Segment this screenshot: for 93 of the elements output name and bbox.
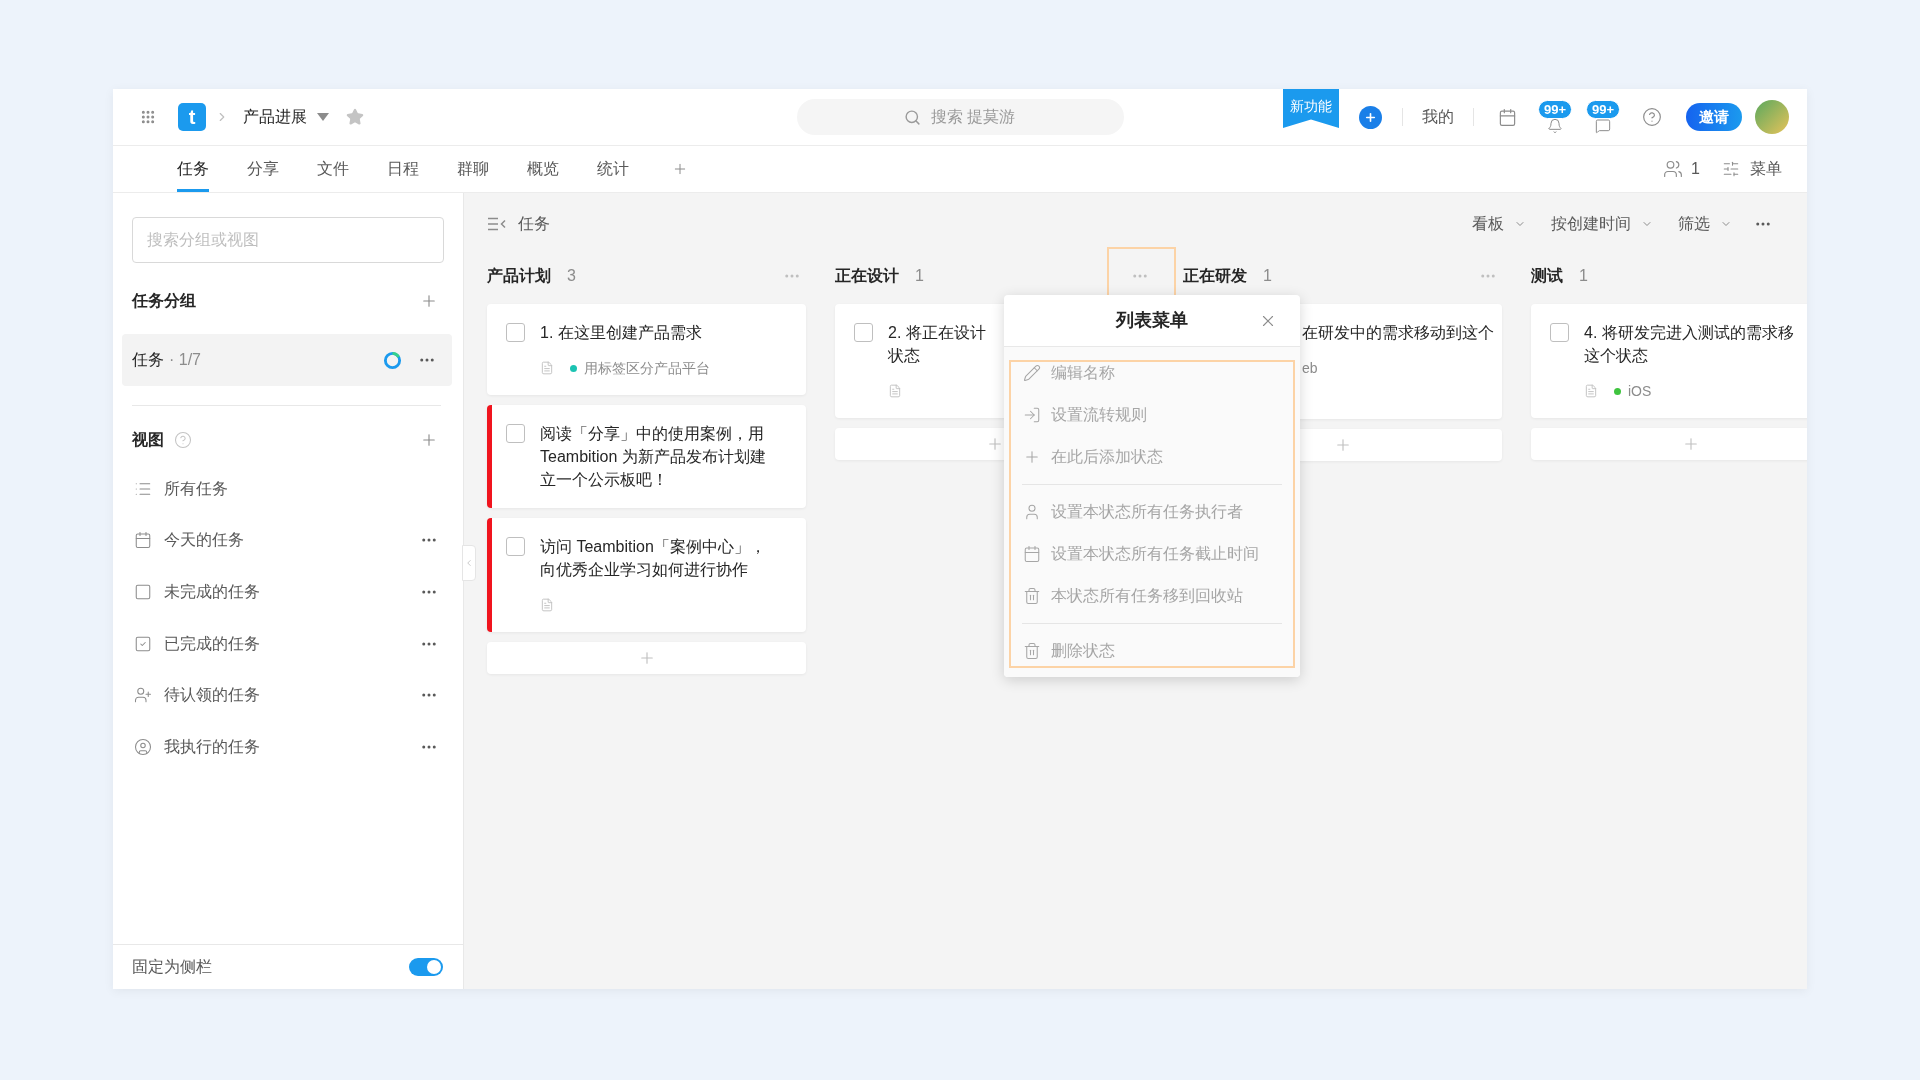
help-icon[interactable]: [1642, 107, 1662, 127]
trash-icon: [1023, 642, 1041, 660]
person-circle-icon: [134, 737, 152, 756]
star-icon[interactable]: [346, 108, 364, 126]
my-work-link[interactable]: 我的: [1422, 105, 1454, 129]
bell-icon[interactable]: [1547, 118, 1563, 134]
empty-box-icon: [134, 583, 152, 601]
add-icon[interactable]: [420, 292, 438, 310]
board-title: 任务: [518, 214, 550, 234]
note-icon: [540, 598, 554, 612]
invite-button[interactable]: 邀请: [1686, 103, 1742, 131]
search-icon: [903, 109, 921, 126]
tab[interactable]: 分享: [247, 146, 279, 192]
help-icon[interactable]: [174, 431, 192, 449]
sidebar-view-item[interactable]: 未完成的任务: [113, 566, 463, 618]
task-title: 访问 Teambition「案例中心」， 向优秀企业学习如何进行协作: [540, 537, 766, 580]
task-title: 阅读「分享」中的使用案例，用 Teambition 为新产品发布计划建 立一个公示板吧！: [540, 424, 766, 490]
tag-label: 用标签区分产品平台: [584, 358, 710, 378]
column-count: 1: [915, 266, 924, 286]
count-badge: 99+: [1586, 100, 1621, 119]
menu-button[interactable]: 菜单: [1722, 157, 1782, 181]
search-field[interactable]: 搜索分组或视图: [132, 217, 444, 263]
checkbox[interactable]: [854, 323, 873, 342]
note-icon: [888, 384, 902, 398]
column-count: 3: [567, 266, 576, 286]
sliders-icon: [1722, 160, 1740, 178]
task-title: 在研发中的需求移动到这个: [1302, 323, 1494, 343]
sidebar-view-item[interactable]: 已完成的任务: [113, 617, 463, 670]
column-title: 正在设计: [835, 266, 899, 286]
pencil-icon: [1023, 364, 1041, 382]
trash-icon: [1023, 587, 1041, 605]
note-icon: [540, 361, 554, 375]
checked-box-icon: [134, 634, 152, 653]
note-icon: [1584, 384, 1598, 398]
progress-ring-icon: [383, 350, 402, 370]
section-title: 视图: [132, 430, 164, 450]
pin-label: 固定为侧栏: [132, 957, 212, 977]
caret-down-icon[interactable]: [317, 113, 329, 121]
tab[interactable]: 群聊: [457, 146, 489, 192]
person-icon: [1023, 503, 1041, 521]
checkbox[interactable]: [506, 537, 525, 556]
task-card[interactable]: 4. 将研发完进入测试的需求移 这个状态 iOS: [1531, 304, 1807, 418]
plus-icon: [1364, 110, 1377, 124]
chevron-left-icon: [464, 558, 474, 568]
add-tab-icon[interactable]: [672, 161, 688, 177]
task-card[interactable]: 1. 在这里创建产品需求 用标签区分产品平台: [487, 304, 806, 395]
checkbox[interactable]: [506, 323, 525, 342]
view-dropdown[interactable]: 看板: [1472, 212, 1526, 236]
task-group-item[interactable]: 任务 · 1/7: [122, 334, 452, 386]
arrow-into-box-icon: [1023, 406, 1041, 424]
sidebar-view-item[interactable]: 所有任务: [113, 463, 463, 515]
sidebar-view-item[interactable]: 待认领的任务: [113, 669, 463, 721]
collapse-list-icon[interactable]: [487, 217, 507, 231]
task-card[interactable]: 阅读「分享」中的使用案例，用 Teambition 为新产品发布计划建 立一个公示板吧！: [487, 405, 806, 508]
column-count: 1: [1263, 266, 1272, 286]
members-button[interactable]: 1: [1663, 157, 1700, 181]
apps-grid-icon[interactable]: [140, 109, 156, 125]
tag-label: eb: [1302, 358, 1318, 378]
column-title: 测试: [1531, 266, 1563, 286]
view-dropdown[interactable]: 按创建时间: [1551, 212, 1653, 236]
task-card[interactable]: 访问 Teambition「案例中心」， 向优秀企业学习如何进行协作: [487, 518, 806, 632]
column-title: 产品计划: [487, 266, 551, 286]
count-badge: 99+: [1538, 100, 1573, 119]
checkbox[interactable]: [506, 424, 525, 443]
project-title[interactable]: 产品进展: [243, 105, 307, 129]
calendar-icon: [1023, 545, 1041, 563]
toggle-switch[interactable]: [409, 958, 443, 976]
calendar-icon: [134, 531, 152, 550]
avatar[interactable]: [1755, 100, 1789, 134]
tab[interactable]: 概览: [527, 146, 559, 192]
checkbox[interactable]: [1550, 323, 1569, 342]
task-title: 1. 在这里创建产品需求: [540, 323, 703, 343]
person-plus-icon: [134, 686, 152, 705]
chat-icon[interactable]: [1595, 118, 1611, 134]
tab[interactable]: 统计: [597, 146, 629, 192]
add-button[interactable]: [1359, 105, 1382, 129]
task-title: 2. 将正在设计 状态: [888, 323, 986, 366]
calendar-icon[interactable]: [1498, 107, 1517, 127]
plus-icon: [1023, 448, 1041, 466]
view-dropdown[interactable]: 筛选: [1678, 212, 1732, 236]
sidebar-view-item[interactable]: 我执行的任务: [113, 720, 463, 773]
column-title: 正在研发: [1183, 266, 1247, 286]
section-title: 任务分组: [132, 291, 196, 311]
search-field[interactable]: 搜索 提莫游: [796, 99, 1124, 135]
tab[interactable]: 任务: [177, 146, 209, 192]
members-icon: [1663, 159, 1684, 179]
tab[interactable]: 文件: [317, 146, 349, 192]
column-count: 1: [1579, 266, 1588, 286]
tab[interactable]: 日程: [387, 146, 419, 192]
tag-label: iOS: [1628, 381, 1652, 401]
task-title: 4. 将研发完进入测试的需求移 这个状态: [1584, 323, 1794, 366]
sidebar-view-item[interactable]: 今天的任务: [113, 514, 463, 567]
add-icon[interactable]: [420, 431, 438, 449]
